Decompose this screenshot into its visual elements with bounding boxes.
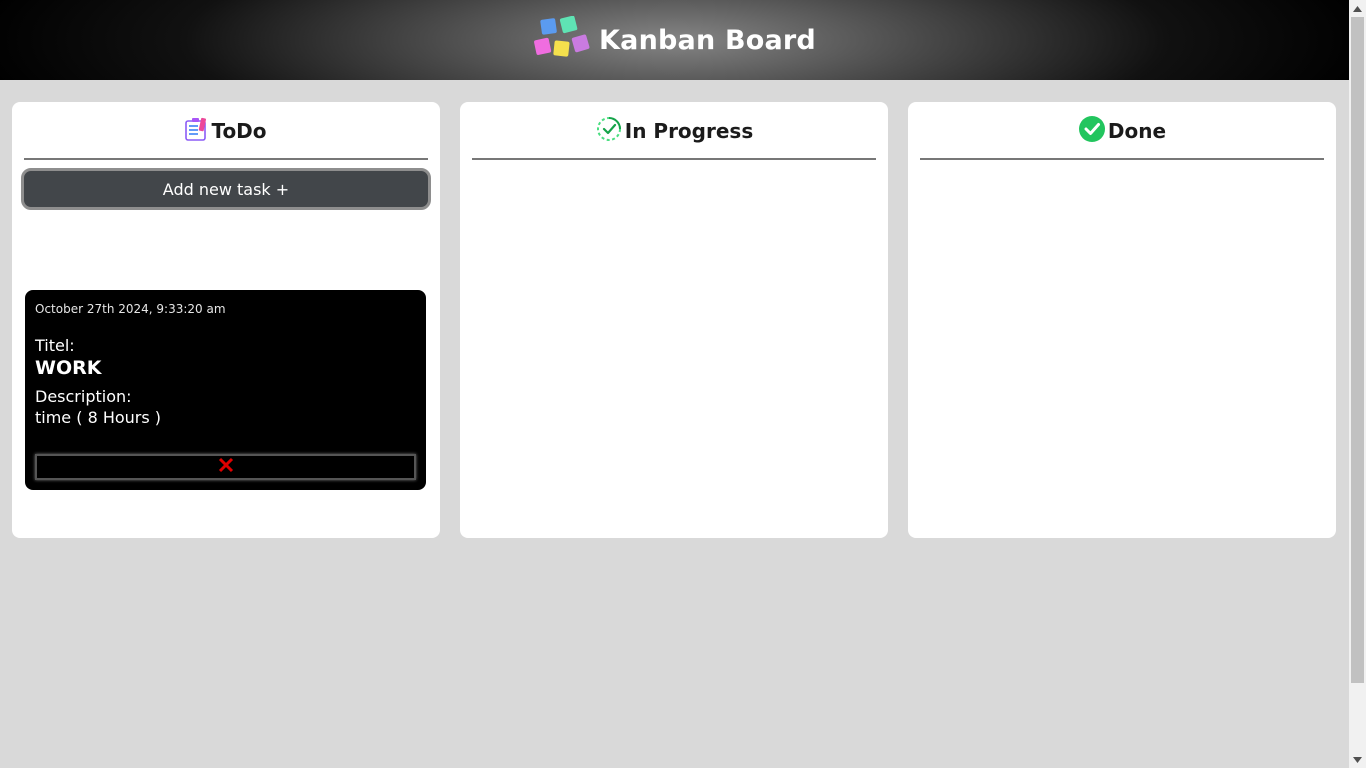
close-icon (218, 457, 234, 477)
column-title-in-progress: In Progress (624, 119, 754, 143)
column-done: Done (908, 102, 1336, 538)
task-date: October 27th 2024, 9:33:20 am (35, 302, 226, 316)
column-title-todo: ToDo (211, 119, 267, 143)
delete-task-button[interactable] (35, 454, 416, 480)
add-task-button[interactable]: Add new task + (21, 168, 431, 210)
task-description-label: Description: (35, 387, 132, 406)
column-header-in-progress: In Progress (472, 102, 876, 160)
column-in-progress: In Progress (460, 102, 888, 538)
column-todo: ToDo Add new task + October 27th 2024, 9… (12, 102, 440, 538)
column-header-done: Done (920, 102, 1324, 160)
header-brand: Kanban Board (533, 15, 816, 64)
page-title: Kanban Board (599, 24, 816, 56)
scroll-up-icon[interactable] (1349, 0, 1366, 17)
todo-list-icon (185, 116, 209, 146)
task-title-label: Titel: (35, 336, 75, 355)
column-title-done: Done (1107, 119, 1167, 143)
app-header: Kanban Board (0, 0, 1349, 80)
page: Kanban Board ToDo Add new task + October… (0, 0, 1366, 768)
scroll-down-icon[interactable] (1349, 751, 1366, 768)
done-check-icon (1078, 115, 1106, 147)
vertical-scrollbar[interactable] (1349, 0, 1366, 768)
sticky-notes-icon (533, 15, 591, 64)
scrollbar-thumb[interactable] (1351, 17, 1364, 683)
task-card[interactable]: October 27th 2024, 9:33:20 am Titel: WOR… (25, 290, 426, 490)
task-title: WORK (35, 357, 102, 379)
in-progress-check-icon (595, 115, 623, 147)
task-description: time ( 8 Hours ) (35, 408, 162, 427)
column-header-todo: ToDo (24, 102, 428, 160)
kanban-columns: ToDo Add new task + October 27th 2024, 9… (12, 102, 1336, 538)
